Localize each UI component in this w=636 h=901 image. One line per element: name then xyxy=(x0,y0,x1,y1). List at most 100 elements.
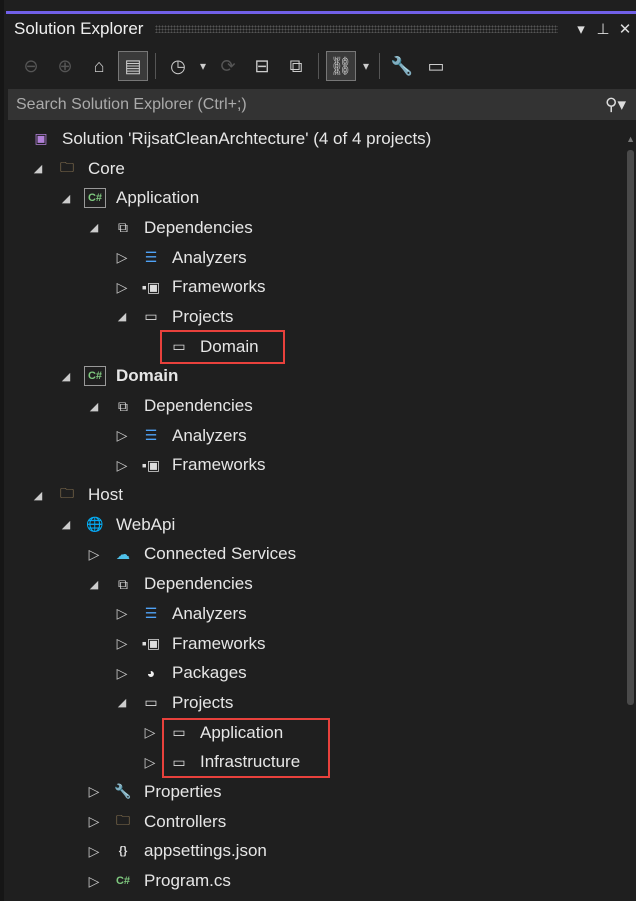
collapse-arrow-icon[interactable]: ◢ xyxy=(58,370,74,383)
home-button[interactable]: ⌂ xyxy=(84,51,114,81)
collapse-arrow-icon[interactable]: ◢ xyxy=(58,192,74,205)
expand-arrow-icon[interactable]: ▷ xyxy=(114,457,130,474)
window-position-dropdown-icon[interactable]: ▾ xyxy=(570,20,592,38)
analyzers-icon: ☰ xyxy=(144,427,158,444)
tree-item[interactable]: ◢ 🗀 Host xyxy=(8,480,624,510)
collapse-arrow-icon[interactable]: ◢ xyxy=(86,400,102,413)
expand-arrow-icon[interactable]: ▷ xyxy=(86,783,102,800)
expand-arrow-icon[interactable]: ▷ xyxy=(86,546,102,563)
tree-item[interactable]: ◢ 🗀 Core xyxy=(8,154,624,184)
tree-item-label: Connected Services xyxy=(144,544,297,564)
tree-item[interactable]: ◢ ⧉ Dependencies xyxy=(8,569,624,599)
collapse-arrow-icon[interactable]: ◢ xyxy=(86,221,102,234)
expand-arrow-icon[interactable]: ▷ xyxy=(114,665,130,682)
tree-item[interactable]: ◢ ▭ Projects xyxy=(8,302,624,332)
expand-arrow-icon[interactable]: ▷ xyxy=(142,754,158,771)
tree-item-label: WebApi xyxy=(116,514,176,534)
solution-tree: ▣ Solution 'RijsatCleanArchtecture' (4 of… xyxy=(8,124,624,896)
tree-item[interactable]: ◢ ▭ Projects xyxy=(8,688,624,718)
tree-item[interactable]: ▭ Domain xyxy=(8,332,624,362)
tree-item-label: Solution 'RijsatCleanArchtecture' (4 of … xyxy=(62,128,432,148)
expand-arrow-icon[interactable]: ▷ xyxy=(114,605,130,622)
tree-item[interactable]: ▣ Solution 'RijsatCleanArchtecture' (4 of… xyxy=(8,124,624,154)
expand-arrow-icon[interactable]: ▷ xyxy=(86,813,102,830)
solution-icon: ▣ xyxy=(34,130,48,147)
back-button[interactable]: ⊖ xyxy=(16,51,46,81)
connected-services-icon: ☁ xyxy=(116,545,130,562)
expand-arrow-icon[interactable]: ▷ xyxy=(142,724,158,741)
pin-icon[interactable]: ⊥ xyxy=(592,20,614,38)
pending-changes-filter-button[interactable]: ◷ xyxy=(163,51,193,81)
expand-arrow-icon[interactable]: ▷ xyxy=(114,249,130,266)
forward-button[interactable]: ⊕ xyxy=(50,51,80,81)
tree-item[interactable]: ▷ ☰ Analyzers xyxy=(8,599,624,629)
tree-item[interactable]: ▷ {} appsettings.json xyxy=(8,837,624,867)
tree-item[interactable]: ◢ C# Domain xyxy=(8,362,624,392)
close-icon[interactable]: ✕ xyxy=(614,20,636,38)
expand-arrow-icon[interactable]: ▷ xyxy=(114,279,130,296)
tree-item[interactable]: ▷ ▪▣ Frameworks xyxy=(8,272,624,302)
csharp-project-icon: C# xyxy=(84,188,106,209)
collapse-arrow-icon[interactable]: ◢ xyxy=(86,578,102,591)
show-all-files-button[interactable]: ⧉ xyxy=(281,51,311,81)
tree-item[interactable]: ◢ ⧉ Dependencies xyxy=(8,213,624,243)
tree-item-label: Application xyxy=(116,188,200,208)
window-edge xyxy=(0,0,4,901)
tree-item-label: Program.cs xyxy=(144,871,231,891)
dependencies-icon: ⧉ xyxy=(118,575,128,592)
properties-icon: 🔧 xyxy=(114,783,132,800)
expand-arrow-icon[interactable]: ▷ xyxy=(114,427,130,444)
drag-handle[interactable] xyxy=(155,25,558,33)
projects-icon: ▭ xyxy=(144,308,158,325)
tree-item[interactable]: ▷ 🗀 Controllers xyxy=(8,807,624,837)
highlight-box-domain xyxy=(160,330,285,364)
tree-item-label: Host xyxy=(88,485,123,505)
tree-item-label: Analyzers xyxy=(172,247,247,267)
panel-title: Solution Explorer xyxy=(14,19,144,38)
toolbar: ⊖ ⊕ ⌂ ▤ ◷ ▾ ⟳ ⊟ ⧉ ⛓ ▾ 🔧 ▭ xyxy=(8,46,636,86)
filter-dropdown[interactable]: ▾ xyxy=(197,51,209,81)
collapse-arrow-icon[interactable]: ◢ xyxy=(114,696,130,709)
view-dropdown[interactable]: ▾ xyxy=(360,51,372,81)
tree-item-label: Projects xyxy=(172,306,234,326)
tree-item-label: Dependencies xyxy=(144,396,253,416)
tree-item[interactable]: ▷ 🔧 Properties xyxy=(8,777,624,807)
collapse-all-button[interactable]: ⊟ xyxy=(247,51,277,81)
properties-button[interactable]: 🔧 xyxy=(387,51,417,81)
tree-item[interactable]: ▷ ☰ Analyzers xyxy=(8,421,624,451)
collapse-arrow-icon[interactable]: ◢ xyxy=(58,518,74,531)
analyzers-icon: ☰ xyxy=(144,249,158,266)
tree-item[interactable]: ▷ ▪▣ Frameworks xyxy=(8,451,624,481)
expand-arrow-icon[interactable]: ▷ xyxy=(114,635,130,652)
tree-item[interactable]: ▷ ☰ Analyzers xyxy=(8,243,624,273)
expand-arrow-icon[interactable]: ▷ xyxy=(86,843,102,860)
vertical-scrollbar[interactable] xyxy=(627,150,634,705)
json-file-icon: {} xyxy=(118,845,128,858)
tree-item-label: appsettings.json xyxy=(144,841,267,861)
preview-button[interactable]: ▭ xyxy=(421,51,451,81)
tree-item[interactable]: ▷ ▪▣ Frameworks xyxy=(8,629,624,659)
tree-item[interactable]: ▷ C# Program.cs xyxy=(8,866,624,896)
expand-arrow-icon[interactable]: ▷ xyxy=(86,873,102,890)
switch-views-button[interactable]: ▤ xyxy=(118,51,148,81)
collapse-arrow-icon[interactable]: ◢ xyxy=(30,162,46,175)
tree-item-label: Frameworks xyxy=(172,633,266,653)
folder-icon: 🗀 xyxy=(60,485,74,502)
collapse-arrow-icon[interactable]: ◢ xyxy=(30,489,46,502)
search-input[interactable]: Search Solution Explorer (Ctrl+;) ⚲▾ xyxy=(8,89,636,120)
toolbar-separator xyxy=(155,53,156,79)
scroll-up-arrow[interactable]: ▲ xyxy=(626,134,635,144)
tree-item[interactable]: ◢ ⧉ Dependencies xyxy=(8,391,624,421)
toolbar-separator xyxy=(379,53,380,79)
tree-item[interactable]: ▷ ◕ Packages xyxy=(8,658,624,688)
search-icon[interactable]: ⚲▾ xyxy=(605,95,626,115)
tree-item[interactable]: ◢ C# Application xyxy=(8,183,624,213)
sync-button[interactable]: ⟳ xyxy=(213,51,243,81)
collapse-arrow-icon[interactable]: ◢ xyxy=(114,310,130,323)
view-hierarchy-button[interactable]: ⛓ xyxy=(326,51,356,81)
tree-item-label: Frameworks xyxy=(172,277,266,297)
tree-item[interactable]: ◢ 🌐 WebApi xyxy=(8,510,624,540)
active-panel-accent xyxy=(6,11,636,14)
search-placeholder: Search Solution Explorer (Ctrl+;) xyxy=(16,95,247,113)
tree-item[interactable]: ▷ ☁ Connected Services xyxy=(8,540,624,570)
